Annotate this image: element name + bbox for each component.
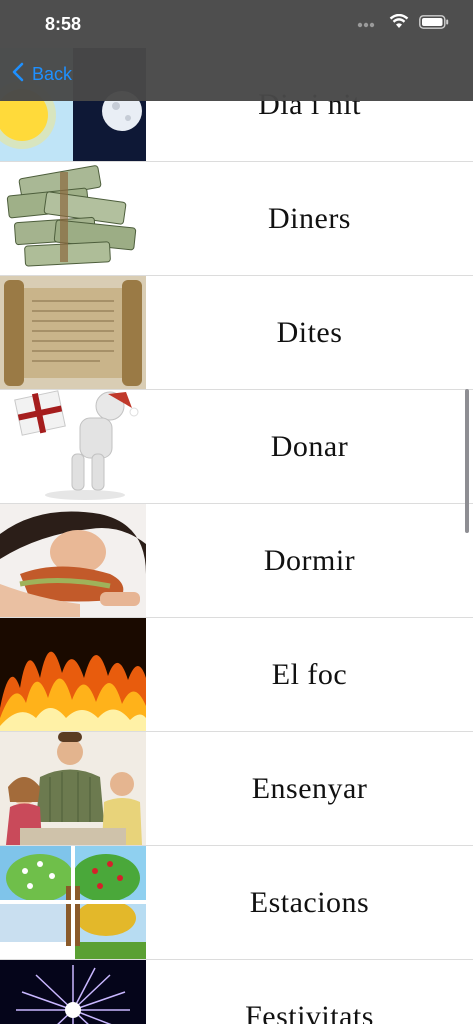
list-item[interactable]: Dites	[0, 276, 473, 390]
figure-with-gift-image	[0, 390, 146, 503]
list-item-label: Diners	[268, 201, 351, 235]
scroll-indicator[interactable]	[465, 389, 469, 533]
signal-dots-icon	[357, 15, 379, 33]
status-time: 8:58	[45, 14, 82, 34]
sleeping-woman-image	[0, 504, 146, 617]
list-item-label: Dites	[276, 315, 343, 349]
list-item[interactable]: Festivitats	[0, 960, 473, 1024]
list-item[interactable]: Dormir	[0, 504, 473, 618]
list-item-label: Ensenyar	[251, 771, 368, 805]
list-item-label: Dormir	[263, 543, 356, 577]
four-seasons-tree-image	[0, 846, 146, 959]
list-item[interactable]: Estacions	[0, 846, 473, 960]
list-item-label: Donar	[270, 429, 349, 463]
list-item-label: El foc	[271, 657, 348, 691]
fire-flames-image	[0, 618, 146, 731]
status-icons	[357, 13, 449, 34]
navigation-bar: 8:58 Back	[0, 0, 473, 101]
wifi-icon	[389, 13, 409, 34]
list-item[interactable]: Diners	[0, 162, 473, 276]
list-item-label: Estacions	[249, 885, 370, 919]
money-stacks-image	[0, 162, 146, 275]
scroll-parchment-image	[0, 276, 146, 389]
category-list: Dia i nit Diners Dites Donar Dormir El f…	[0, 0, 473, 1024]
back-label: Back	[32, 64, 73, 84]
list-item[interactable]: El foc	[0, 618, 473, 732]
list-item-label: Festivitats	[245, 999, 374, 1024]
battery-icon	[419, 14, 449, 34]
fireworks-image	[0, 960, 146, 1024]
list-item[interactable]: Ensenyar	[0, 732, 473, 846]
family-portrait-image	[0, 732, 146, 845]
back-button[interactable]: Back	[12, 62, 72, 87]
list-item[interactable]: Donar	[0, 390, 473, 504]
chevron-left-icon	[12, 62, 24, 87]
